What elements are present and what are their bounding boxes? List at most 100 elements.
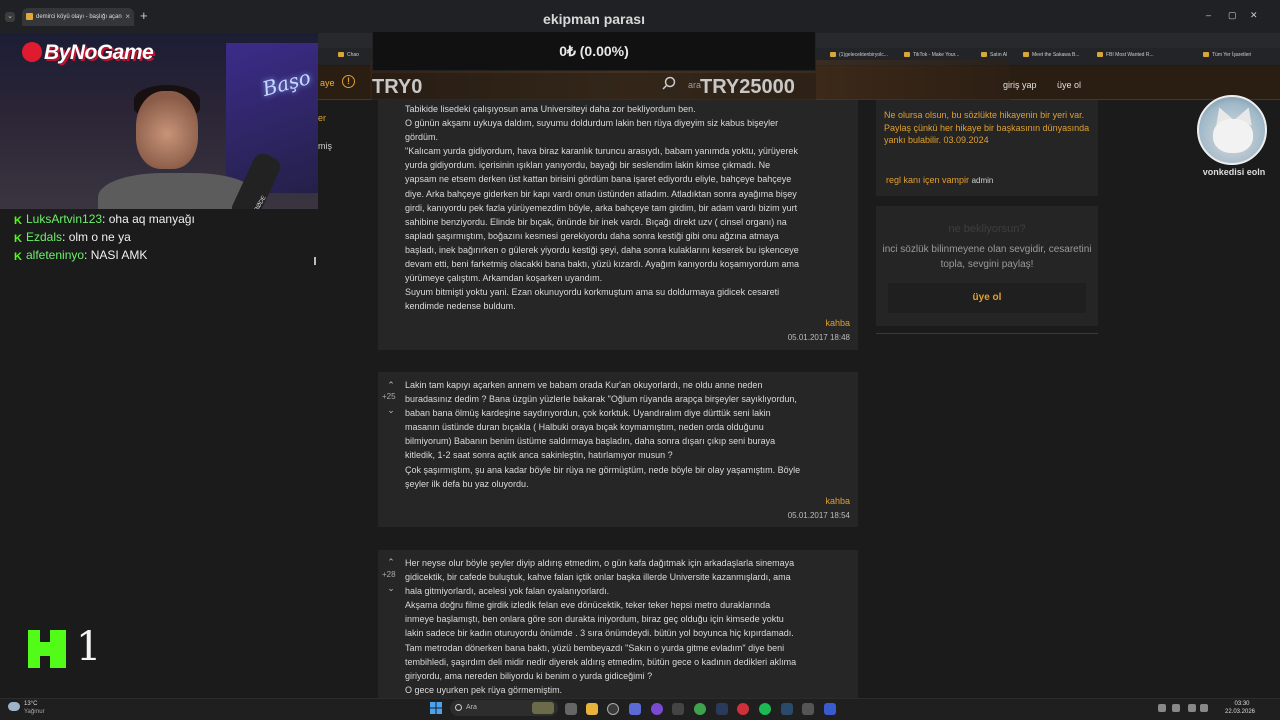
app-icon[interactable] bbox=[629, 703, 641, 715]
warning-icon[interactable]: ! bbox=[342, 75, 355, 88]
entry-date[interactable]: 05.01.2017 18:48 bbox=[788, 333, 850, 342]
entry-line: yurda gidiyordum. içerisinin ışıkları ya… bbox=[405, 160, 771, 171]
divider bbox=[876, 333, 1098, 334]
bookmark-item[interactable]: FBI Most Wanted R... bbox=[1097, 52, 1154, 58]
entry-line: şeyler ilk defa bu yaz oluyordu. bbox=[405, 478, 529, 489]
chrome-icon[interactable] bbox=[694, 703, 706, 715]
entry-line: gördüm. bbox=[405, 132, 439, 143]
tab-title: demirci köyü olayı - başlığı açan bbox=[36, 14, 122, 20]
quote-attribution: regl kanı içen vampir admin bbox=[886, 175, 993, 185]
entry-body: Lakin tam kapıyı açarken annem ve babam … bbox=[405, 378, 855, 491]
app-icon[interactable] bbox=[802, 703, 814, 715]
entry-line: lakin sadece bir kadın oturuyordu önümde… bbox=[405, 628, 794, 639]
volume-icon[interactable] bbox=[1200, 704, 1208, 712]
downvote-icon[interactable]: ⌄ bbox=[386, 405, 396, 415]
tab-favicon-icon bbox=[26, 13, 33, 20]
bookmark-item[interactable]: Satın Al bbox=[981, 52, 1007, 58]
tray-chevron-icon[interactable] bbox=[1158, 704, 1166, 712]
tab-close-icon[interactable]: × bbox=[125, 8, 130, 26]
maximize-window-icon[interactable]: ▢ bbox=[1228, 10, 1237, 21]
start-menu-icon[interactable] bbox=[430, 702, 442, 714]
entry-body: Tabikide lisedeki çalışıyosun ama Univer… bbox=[405, 102, 855, 313]
search-highlight-icon[interactable] bbox=[532, 702, 554, 714]
entry-line: Lakin tam kapıyı açarken annem ve babam … bbox=[405, 380, 763, 390]
sidebar-item-fragment[interactable]: er bbox=[318, 113, 326, 123]
upvote-icon[interactable]: ⌃ bbox=[386, 380, 396, 390]
donation-amount: 0₺ (0.00%) bbox=[559, 43, 629, 59]
tray-icon[interactable] bbox=[1172, 704, 1180, 712]
clock-date[interactable]: 22.03.2026 bbox=[1216, 709, 1264, 715]
chat-message: K Ezdals: olm o ne ya bbox=[14, 230, 131, 245]
entry-card: ⌃ +28 ⌄ Her neyse olur böyle şeyler diyi… bbox=[378, 550, 858, 698]
app-icon[interactable] bbox=[607, 703, 619, 715]
search-icon[interactable] bbox=[662, 76, 676, 90]
app-icon[interactable] bbox=[824, 703, 836, 715]
entry-card: Tabikide lisedeki çalışıyosun ama Univer… bbox=[378, 100, 858, 350]
bookmark-item[interactable]: (1)gelecektenbiryolc... bbox=[830, 52, 888, 58]
upvote-icon[interactable]: ⌃ bbox=[386, 557, 396, 567]
kick-badge-icon: K bbox=[14, 233, 22, 245]
entry-line: Her neyse olur böyle şeyler diyip aldırı… bbox=[405, 558, 795, 568]
cat-face bbox=[1213, 119, 1253, 153]
chat-text: oha aq manyağı bbox=[108, 212, 195, 226]
entry-line: Tabikide lisedeki çalışıyosun ama Univer… bbox=[405, 104, 696, 114]
bookmark-item[interactable]: Tüm Yer İşaretleri bbox=[1203, 52, 1251, 58]
entry-line: diye. Arka bahçeye giderken bir kapı var… bbox=[405, 188, 797, 199]
entry-line: sahibine benziyordu. Elinde bir bıçak, ö… bbox=[405, 216, 787, 227]
login-link[interactable]: giriş yap bbox=[1003, 80, 1037, 90]
kick-badge-icon: K bbox=[14, 215, 22, 227]
quote-text: Ne olursa olsun, bu sözlükte hikayenin b… bbox=[884, 110, 1090, 145]
browser-tab[interactable]: demirci köyü olayı - başlığı açan × bbox=[22, 8, 134, 26]
weather-temp[interactable]: 13°C bbox=[24, 701, 37, 707]
steam-icon[interactable] bbox=[781, 703, 793, 715]
entry-date[interactable]: 05.01.2017 18:54 bbox=[788, 511, 850, 520]
task-view-icon[interactable] bbox=[565, 703, 577, 715]
app-icon[interactable] bbox=[716, 703, 728, 715]
new-tab-button[interactable]: + bbox=[140, 9, 148, 23]
site-nav-fragment[interactable]: aye bbox=[320, 78, 335, 88]
weather-desc[interactable]: Yağmur bbox=[24, 709, 45, 715]
stream-logo-text: ByNoGame bbox=[44, 41, 154, 64]
tab-search-button[interactable]: ⌄ bbox=[5, 12, 15, 22]
donation-title: ekipman parası bbox=[543, 11, 645, 27]
app-icon[interactable] bbox=[672, 703, 684, 715]
entry-author-link[interactable]: kahba bbox=[825, 318, 850, 328]
app-icon[interactable] bbox=[651, 703, 663, 715]
chat-message: K LuksArtvin123: oha aq manyağı bbox=[14, 212, 195, 227]
app-icon[interactable] bbox=[737, 703, 749, 715]
bookmark-item[interactable]: Meet the Sakawa B... bbox=[1023, 52, 1080, 58]
cta-description: inci sözlük bilinmeyene olan sevgidir, c… bbox=[882, 244, 1092, 270]
stream-chat: K LuksArtvin123: oha aq manyağı K Ezdals: … bbox=[14, 212, 314, 266]
chat-username: LuksArtvin123 bbox=[26, 212, 103, 226]
entry-line: giriyordu, ama nereden biliyordu ki beni… bbox=[405, 670, 653, 681]
entry-line: sapladı şaşırmıştım, boğazını kesmesi ge… bbox=[405, 230, 779, 241]
signup-link[interactable]: üye ol bbox=[1057, 80, 1081, 90]
entry-line: girdi, kanıyordu pek fazla yürüyemezdim … bbox=[405, 202, 798, 213]
entry-line: Tam metrodan dönerken bana baktı, yüzü b… bbox=[405, 642, 785, 653]
vote-count: +25 bbox=[382, 392, 396, 401]
minimize-window-icon[interactable]: – bbox=[1206, 10, 1211, 20]
avatar-name: vonkedisi eoln bbox=[1202, 167, 1266, 177]
kick-overlay: 1 bbox=[22, 622, 102, 674]
chat-text: NASI AMK bbox=[90, 248, 148, 262]
bookmark-item[interactable]: Chao bbox=[338, 52, 359, 58]
signup-button[interactable]: üye ol bbox=[888, 283, 1086, 313]
entry-line: baban bana ölmüş kardeşine saydırıyordun… bbox=[405, 408, 771, 419]
file-explorer-icon[interactable] bbox=[586, 703, 598, 715]
clock-time[interactable]: 03:30 bbox=[1222, 701, 1262, 707]
entry-line: Akşama doğru filme girdik izledik felan … bbox=[405, 600, 771, 611]
network-icon[interactable] bbox=[1188, 704, 1196, 712]
weather-icon[interactable] bbox=[8, 702, 20, 711]
close-window-icon[interactable]: ✕ bbox=[1250, 10, 1258, 21]
screen: ⌄ demirci köyü olayı - başlığı açan × + … bbox=[0, 0, 1280, 720]
streamer-face bbox=[136, 91, 198, 169]
entry-line: Çok şaşırmıştım, şu ana kadar böyle bir … bbox=[405, 464, 801, 475]
entry-line: buradasınız dedim ? Bana üzgün yüzlerle … bbox=[405, 394, 797, 405]
entry-author-link[interactable]: kahba bbox=[825, 496, 850, 506]
bookmark-item[interactable]: TikTok - Make Your... bbox=[904, 52, 959, 58]
quote-author-link[interactable]: regl kanı içen vampir bbox=[886, 175, 969, 185]
downvote-icon[interactable]: ⌄ bbox=[386, 583, 396, 593]
entry-line: inmeye başlamıştı, ben onlara göre son d… bbox=[405, 614, 784, 625]
sidebar-item-fragment[interactable]: miş bbox=[318, 141, 332, 151]
spotify-icon[interactable] bbox=[759, 703, 771, 715]
